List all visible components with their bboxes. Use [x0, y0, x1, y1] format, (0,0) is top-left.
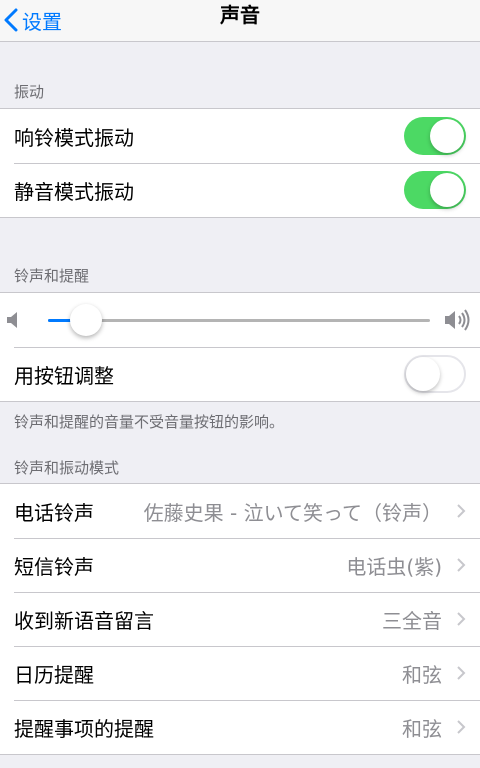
text-tone-label: 短信铃声 — [14, 554, 94, 579]
chevron-right-icon — [457, 720, 466, 734]
toggle-knob — [430, 119, 464, 153]
vibrate-on-ring-toggle[interactable] — [404, 117, 466, 155]
ringtone-row[interactable]: 电话铃声 佐藤史果 - 泣いて笑って（铃声） — [0, 484, 480, 538]
section-header-patterns: 铃声和振动模式 — [14, 459, 120, 477]
page-title: 声音 — [220, 3, 260, 27]
new-voicemail-value: 三全音 — [382, 608, 442, 633]
navigation-bar: 设置 声音 — [0, 0, 480, 42]
vibrate-on-silent-label: 静音模式振动 — [14, 179, 134, 204]
vibrate-on-silent-row: 静音模式振动 — [0, 163, 480, 217]
patterns-group: 电话铃声 佐藤史果 - 泣いて笑って（铃声） 短信铃声 电话虫(紫) 收到新语音… — [0, 483, 480, 755]
vibrate-on-ring-label: 响铃模式振动 — [14, 125, 134, 150]
reminder-alerts-row[interactable]: 提醒事项的提醒 和弦 — [0, 700, 480, 754]
volume-low-icon — [7, 312, 17, 328]
ringtone-value: 佐藤史果 - 泣いて笑って（铃声） — [143, 500, 442, 525]
vibrate-on-silent-toggle[interactable] — [404, 171, 466, 209]
change-with-buttons-label: 用按钮调整 — [14, 363, 114, 388]
text-tone-value: 电话虫(紫) — [346, 554, 442, 579]
chevron-right-icon — [457, 612, 466, 626]
new-voicemail-row[interactable]: 收到新语音留言 三全音 — [0, 592, 480, 646]
calendar-alerts-value: 和弦 — [402, 662, 442, 687]
calendar-alerts-label: 日历提醒 — [14, 662, 94, 687]
reminder-alerts-value: 和弦 — [402, 716, 442, 741]
toggle-knob — [430, 173, 464, 207]
chevron-right-icon — [457, 504, 466, 518]
new-voicemail-label: 收到新语音留言 — [14, 608, 154, 633]
vibration-group: 响铃模式振动 静音模式振动 — [0, 108, 480, 218]
chevron-right-icon — [457, 558, 466, 572]
text-tone-row[interactable]: 短信铃声 电话虫(紫) — [0, 538, 480, 592]
ringer-footer-note: 铃声和提醒的音量不受音量按钮的影响。 — [14, 413, 285, 431]
change-with-buttons-toggle[interactable] — [404, 355, 466, 393]
chevron-right-icon — [457, 666, 466, 680]
section-header-vibration: 振动 — [14, 83, 45, 101]
reminder-alerts-label: 提醒事项的提醒 — [14, 716, 154, 741]
volume-slider-row — [0, 293, 480, 347]
ringer-group: 用按钮调整 — [0, 292, 480, 402]
volume-slider-thumb[interactable] — [70, 304, 103, 336]
volume-high-icon — [445, 309, 470, 331]
section-header-ringer: 铃声和提醒 — [14, 267, 90, 285]
toggle-knob — [406, 357, 440, 391]
vibrate-on-ring-row: 响铃模式振动 — [0, 109, 480, 163]
volume-slider[interactable] — [48, 304, 430, 336]
calendar-alerts-row[interactable]: 日历提醒 和弦 — [0, 646, 480, 700]
ringtone-label: 电话铃声 — [14, 500, 94, 525]
change-with-buttons-row: 用按钮调整 — [0, 347, 480, 401]
